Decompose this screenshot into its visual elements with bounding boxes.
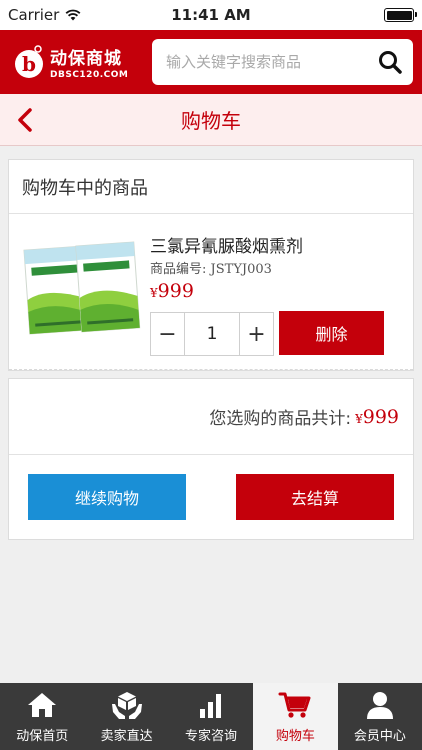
quantity-stepper: − 1 + bbox=[150, 312, 274, 356]
quantity-value[interactable]: 1 bbox=[185, 313, 239, 355]
tab-seller[interactable]: 卖家直达 bbox=[84, 683, 168, 750]
logo-name: 动保商城 bbox=[50, 49, 122, 69]
decrease-quantity-button[interactable]: − bbox=[151, 313, 185, 355]
cart-icon bbox=[278, 692, 311, 718]
page-title: 购物车 bbox=[181, 109, 241, 133]
tab-seller-label: 卖家直达 bbox=[100, 728, 153, 744]
battery-icon bbox=[384, 8, 417, 22]
tab-bar: 动保首页 卖家直达 专家咨询 购物车 会员中心 bbox=[0, 683, 422, 750]
hands-box-icon bbox=[111, 691, 142, 719]
title-bar: 购物车 bbox=[0, 94, 422, 146]
user-icon bbox=[366, 691, 393, 719]
continue-shopping-button[interactable]: 继续购物 bbox=[28, 474, 186, 520]
product-image[interactable] bbox=[23, 240, 141, 340]
cart-summary-card: 您选购的商品共计: ¥999 继续购物 去结算 bbox=[8, 378, 414, 540]
item-divider bbox=[9, 369, 413, 370]
product-name[interactable]: 三氯异氰脲酸烟熏剂 bbox=[150, 232, 303, 257]
tab-cart[interactable]: 购物车 bbox=[253, 683, 338, 750]
cart-actions: 继续购物 去结算 bbox=[9, 455, 413, 539]
home-icon bbox=[28, 692, 57, 717]
tab-member[interactable]: 会员中心 bbox=[338, 683, 422, 750]
total-value: 999 bbox=[362, 405, 399, 428]
product-code-label: 商品编号: bbox=[150, 262, 207, 277]
search-input[interactable] bbox=[166, 53, 377, 71]
status-bar: Carrier 11:41 AM bbox=[0, 0, 422, 30]
tab-consult[interactable]: 专家咨询 bbox=[169, 683, 253, 750]
bar-chart-icon bbox=[200, 693, 222, 718]
svg-text:b: b bbox=[22, 52, 36, 76]
tab-home-label: 动保首页 bbox=[16, 728, 69, 744]
logo[interactable]: b 动保商城 DBSC120.COM bbox=[14, 43, 144, 81]
logo-domain: DBSC120.COM bbox=[50, 70, 129, 80]
product-code-value: JSTYJ003 bbox=[210, 262, 272, 277]
tab-cart-label: 购物车 bbox=[275, 728, 315, 744]
price-value: 999 bbox=[157, 280, 194, 302]
checkout-button[interactable]: 去结算 bbox=[236, 474, 394, 520]
back-arrow-icon[interactable] bbox=[14, 107, 36, 133]
delete-button[interactable]: 删除 bbox=[279, 311, 384, 355]
cart-item: 三氯异氰脲酸烟熏剂 商品编号: JSTYJ003 ¥999 − 1 + 删除 bbox=[9, 214, 413, 370]
carrier-info: Carrier bbox=[8, 6, 81, 24]
tab-home[interactable]: 动保首页 bbox=[0, 683, 84, 750]
app-header: b 动保商城 DBSC120.COM bbox=[0, 30, 422, 94]
tab-consult-label: 专家咨询 bbox=[185, 728, 238, 744]
increase-quantity-button[interactable]: + bbox=[239, 313, 273, 355]
price-currency: ¥ bbox=[150, 286, 158, 300]
total-label: 您选购的商品共计: bbox=[209, 409, 352, 429]
search-icon[interactable] bbox=[377, 49, 403, 75]
total-currency: ¥ bbox=[355, 411, 363, 426]
total-price: ¥999 bbox=[355, 406, 399, 428]
product-code: 商品编号: JSTYJ003 bbox=[150, 258, 272, 277]
total-row: 您选购的商品共计: ¥999 bbox=[9, 379, 413, 455]
search-box bbox=[152, 39, 413, 85]
tab-member-label: 会员中心 bbox=[353, 728, 406, 744]
logo-mark-icon: b bbox=[15, 45, 43, 78]
cart-section-title: 购物车中的商品 bbox=[9, 160, 413, 214]
carrier-label: Carrier bbox=[8, 6, 60, 24]
cart-items-card: 购物车中的商品 三氯异氰脲酸烟熏剂 商品编号: JSTYJ003 ¥999 − … bbox=[8, 159, 414, 371]
product-price: ¥999 bbox=[150, 280, 194, 302]
wifi-icon bbox=[65, 9, 81, 21]
